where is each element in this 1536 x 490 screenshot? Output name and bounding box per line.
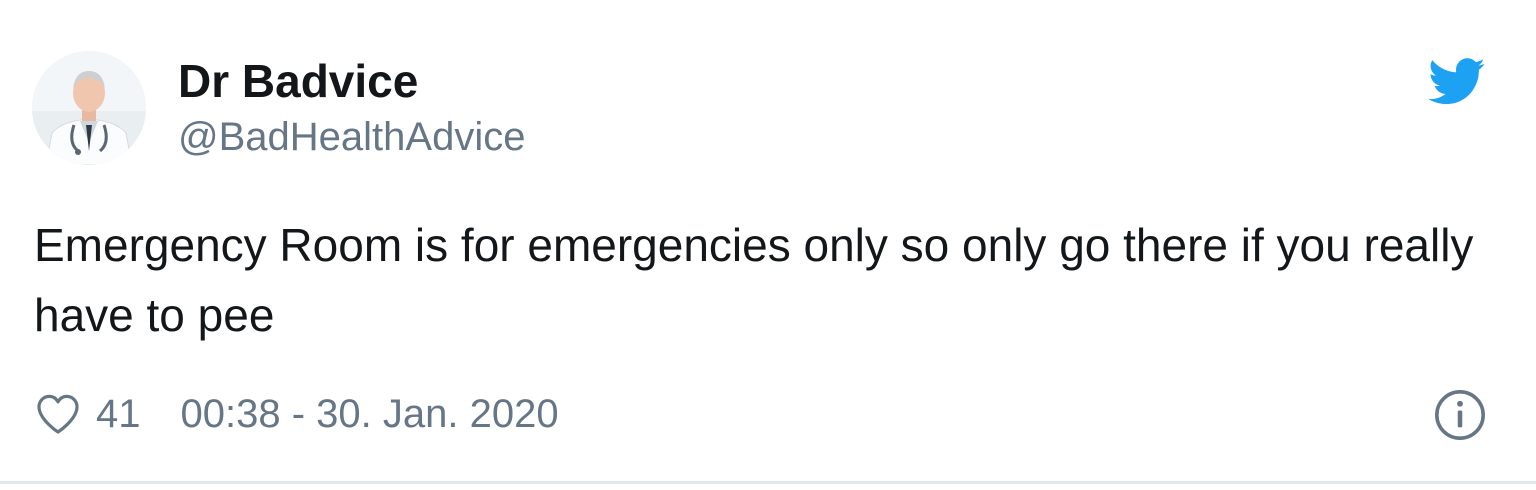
twitter-bird-icon[interactable] — [1428, 58, 1486, 106]
tweet-footer: 41 00:38 - 30. Jan. 2020 — [34, 386, 559, 442]
author-display-name[interactable]: Dr Badvice — [178, 54, 418, 108]
tweet-text: Emergency Room is for emergencies only s… — [34, 219, 1474, 341]
info-icon[interactable] — [1433, 388, 1487, 442]
heart-icon[interactable] — [34, 390, 82, 438]
tweet-card: Dr Badvice @BadHealthAdvice Emergency Ro… — [0, 0, 1536, 484]
author-handle[interactable]: @BadHealthAdvice — [178, 113, 525, 161]
tweet-timestamp[interactable]: 00:38 - 30. Jan. 2020 — [181, 386, 559, 442]
like-count: 41 — [96, 392, 141, 436]
doctor-avatar-image — [32, 51, 146, 165]
avatar[interactable] — [32, 51, 146, 165]
